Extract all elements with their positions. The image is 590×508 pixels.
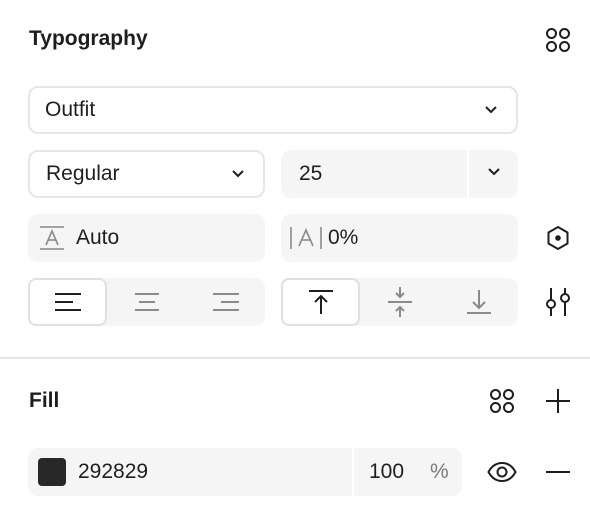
typography-styles-grid-icon[interactable]	[544, 26, 572, 54]
align-top-icon	[307, 288, 335, 316]
chevron-down-icon	[231, 169, 245, 179]
vertical-align-group	[281, 278, 518, 326]
font-weight-value: Regular	[46, 162, 120, 185]
eye-icon[interactable]	[486, 458, 518, 486]
font-size-input[interactable]: 25	[281, 150, 518, 198]
font-weight-select[interactable]: Regular	[28, 150, 265, 198]
font-family-value: Outfit	[45, 98, 96, 121]
section-divider	[0, 357, 590, 359]
line-height-icon	[38, 224, 66, 252]
line-height-input[interactable]: Auto	[28, 214, 265, 262]
fill-opacity-unit: %	[430, 460, 449, 483]
font-family-select[interactable]: Outfit	[28, 86, 518, 134]
letter-spacing-input[interactable]: 0%	[281, 214, 518, 262]
fill-color-hex: 292829	[78, 460, 149, 483]
fill-styles-grid-icon[interactable]	[488, 387, 516, 415]
vertical-align-top-button[interactable]	[281, 278, 360, 326]
chevron-down-icon	[484, 105, 498, 115]
font-size-value: 25	[299, 162, 323, 185]
text-align-left-button[interactable]	[28, 278, 107, 326]
text-align-group	[28, 278, 265, 326]
typography-title: Typography	[29, 27, 148, 50]
plus-icon[interactable]	[544, 387, 572, 415]
align-right-icon	[212, 291, 240, 313]
text-align-right-button[interactable]	[186, 278, 265, 326]
vertical-align-middle-button[interactable]	[360, 278, 439, 326]
fill-opacity-value[interactable]: 100	[369, 460, 404, 484]
align-center-icon	[133, 291, 161, 313]
font-size-divider	[467, 150, 469, 198]
text-align-center-button[interactable]	[107, 278, 186, 326]
align-middle-icon	[386, 286, 414, 318]
letter-spacing-icon	[288, 224, 324, 252]
align-left-icon	[54, 291, 82, 313]
align-bottom-icon	[465, 288, 493, 316]
letter-spacing-value: 0%	[328, 226, 359, 249]
line-height-value: Auto	[76, 226, 120, 249]
sliders-icon[interactable]	[543, 286, 573, 318]
hexagon-variable-icon[interactable]	[544, 224, 572, 252]
minus-icon[interactable]	[544, 458, 572, 486]
fill-color-swatch[interactable]	[38, 458, 66, 486]
vertical-align-bottom-button[interactable]	[439, 278, 518, 326]
fill-color-input[interactable]: 292829 100 %	[28, 448, 462, 496]
font-size-dropdown-chevron-down-icon[interactable]	[487, 167, 501, 177]
fill-title: Fill	[29, 389, 60, 412]
fill-opacity-divider	[352, 448, 354, 496]
